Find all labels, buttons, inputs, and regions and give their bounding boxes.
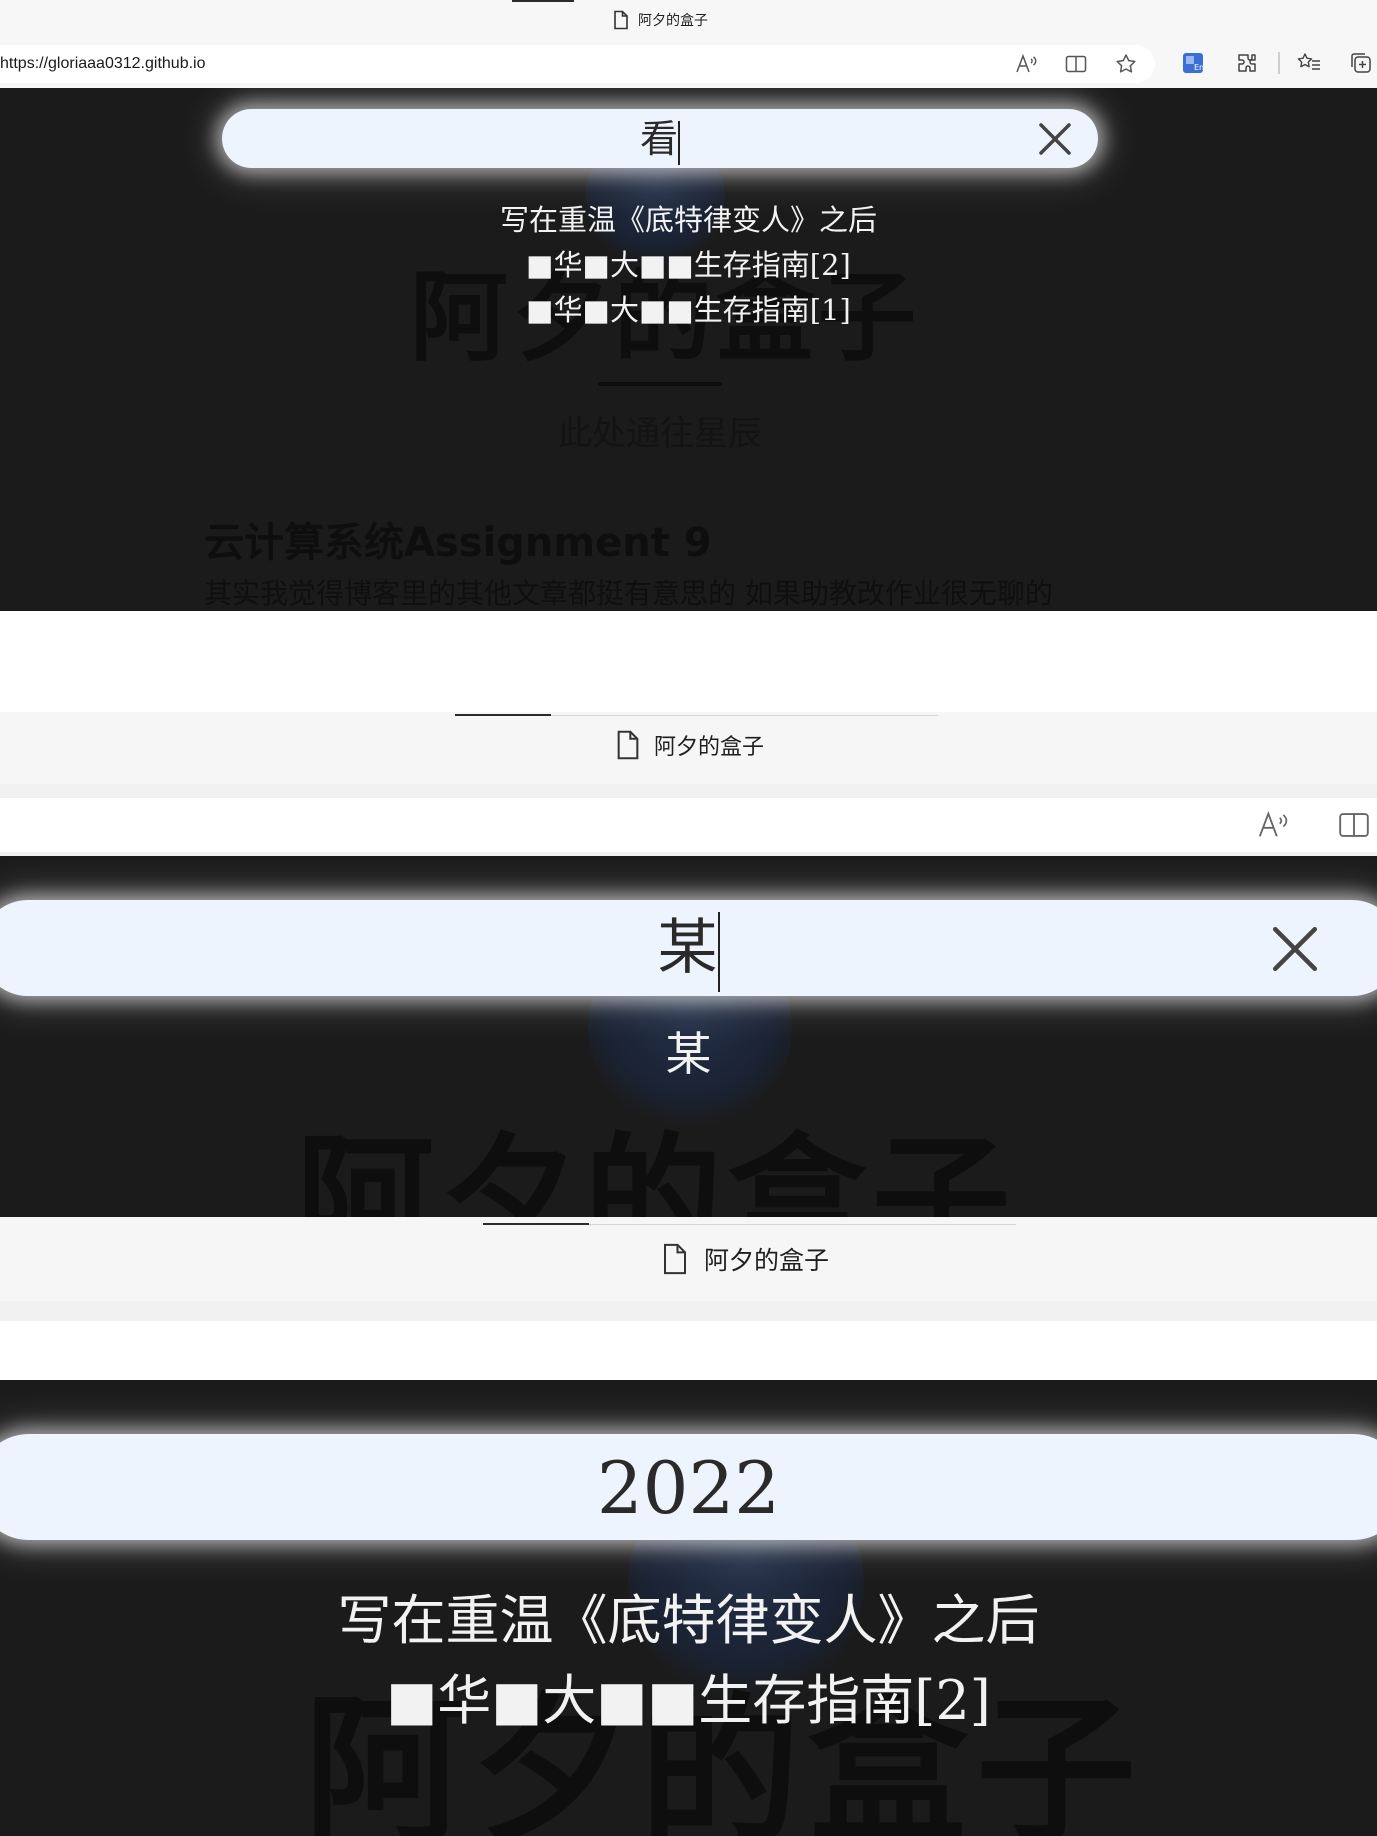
post-excerpt: 其实我觉得博客里的其他文章都挺有意思的 如果助教改作业很无聊的 (204, 577, 1053, 610)
page-viewport: 阿夕的盒子 2022 写在重温《底特律变人》之后 ■华■大■■生存指南[2] (0, 1380, 1377, 1836)
collections-icon[interactable] (1348, 50, 1374, 76)
tab-title: 阿夕的盒子 (704, 1246, 830, 1275)
search-query: 看 (639, 117, 678, 161)
search-result-item[interactable]: ■华■大■■生存指南[1] (0, 290, 1377, 330)
document-icon (614, 728, 642, 762)
url-text: https://gloriaaa0312.github.io (0, 55, 206, 72)
screenshot-panel-1: 阿夕的盒子 https://gloriaaa0312.github.io En (0, 0, 1377, 715)
active-tab[interactable]: 阿夕的盒子 (612, 9, 708, 31)
address-bar: https://gloriaaa0312.github.io En (0, 40, 1377, 88)
toolbar-divider (1278, 52, 1280, 74)
document-icon (612, 10, 630, 30)
close-icon (1272, 926, 1318, 972)
text-caret (678, 120, 680, 165)
search-input[interactable]: 2022 (0, 1448, 1377, 1528)
translate-icon[interactable]: En (1180, 50, 1206, 76)
screenshot-panel-3: 阿夕的盒子 阿夕的盒子 2022 写在重温《底特律变人》之后 ■华■大■■生存指… (0, 1217, 1377, 1836)
read-aloud-icon[interactable] (1013, 51, 1041, 77)
search-bar: 某 (0, 900, 1377, 996)
active-tab[interactable]: 阿夕的盒子 (614, 728, 764, 762)
favorite-star-icon[interactable] (1112, 51, 1140, 77)
favorites-list-icon[interactable] (1296, 50, 1322, 76)
title-divider (598, 382, 722, 386)
search-bar: 看 (222, 109, 1098, 168)
active-tab[interactable]: 阿夕的盒子 (660, 1239, 829, 1279)
address-field[interactable] (0, 1321, 1377, 1383)
split-screen-icon[interactable] (1334, 808, 1374, 842)
close-search-button[interactable] (1266, 920, 1324, 978)
page-viewport: 阿夕的盒子 某 某 (0, 856, 1377, 1217)
svg-text:En: En (1194, 63, 1204, 72)
active-tab-indicator (512, 0, 574, 2)
active-tab-indicator (455, 714, 551, 716)
search-input[interactable]: 看 (222, 115, 1098, 165)
screenshot-panel-2: 阿夕的盒子 阿夕的盒子 某 某 (0, 712, 1377, 1217)
tab-title: 阿夕的盒子 (638, 13, 708, 29)
search-result-item[interactable]: 写在重温《底特律变人》之后 (0, 200, 1377, 240)
active-tab-indicator (483, 1223, 589, 1225)
search-result-item[interactable]: ■华■大■■生存指南[2] (0, 1666, 1377, 1736)
read-aloud-icon[interactable] (1254, 808, 1294, 842)
page-viewport: 阿夕的盒子 此处通往星辰 云计算系统Assignment 9 其实我觉得博客里的… (0, 88, 1377, 611)
search-query: 某 (657, 913, 718, 983)
extensions-icon[interactable] (1234, 50, 1260, 76)
search-result-item[interactable]: ■华■大■■生存指南[2] (0, 245, 1377, 285)
site-subtitle: 此处通往星辰 (558, 414, 762, 454)
close-search-button[interactable] (1034, 118, 1076, 160)
document-icon (660, 1240, 690, 1278)
search-input[interactable]: 某 (0, 912, 1377, 993)
search-result-item[interactable]: 写在重温《底特律变人》之后 (0, 1586, 1377, 1656)
address-field[interactable]: https://gloriaaa0312.github.io (0, 45, 1155, 83)
split-screen-icon[interactable] (1062, 51, 1090, 77)
search-result-item[interactable]: 某 (0, 1024, 1377, 1084)
address-field[interactable] (0, 798, 1377, 852)
text-caret (717, 912, 720, 993)
search-query: 2022 (596, 1446, 781, 1530)
tab-strip: 阿夕的盒子 (0, 1217, 1377, 1301)
search-bar: 2022 (0, 1434, 1377, 1540)
tab-strip: 阿夕的盒子 (0, 712, 1377, 784)
tab-strip: 阿夕的盒子 (0, 0, 1377, 40)
close-icon (1039, 123, 1071, 155)
tab-title: 阿夕的盒子 (654, 735, 765, 760)
post-title: 云计算系统Assignment 9 (204, 520, 712, 566)
site-title: 阿夕的盒子 (296, 1120, 1017, 1217)
